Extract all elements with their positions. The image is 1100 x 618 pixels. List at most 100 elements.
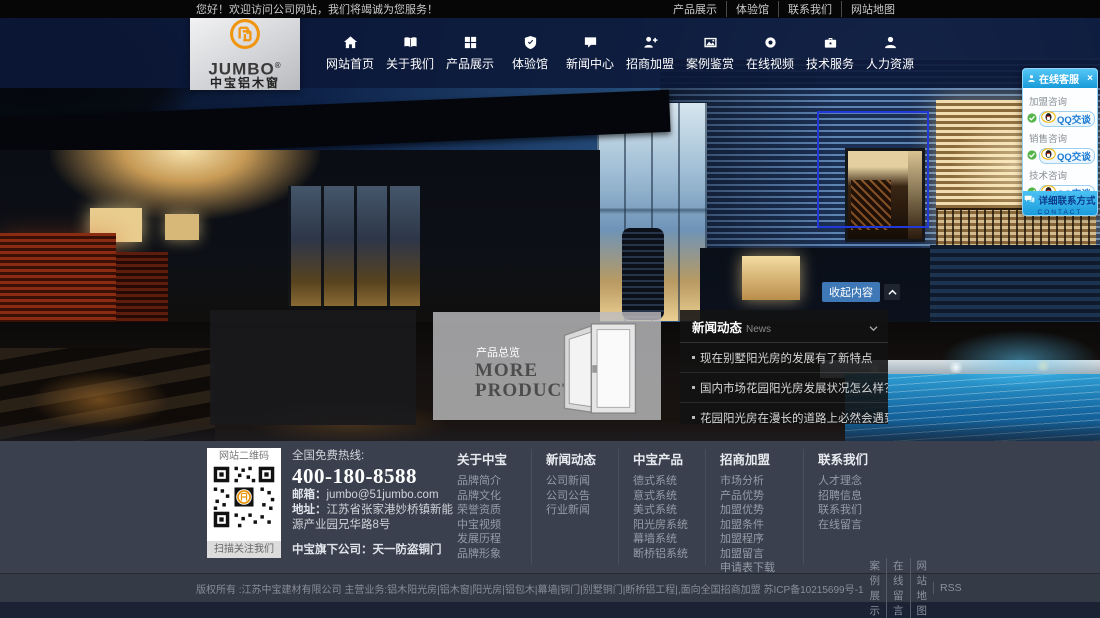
footer-link[interactable]: 招聘信息: [818, 489, 903, 504]
qr-code-image: [212, 465, 276, 534]
contact-subtitle: CONTACT: [1038, 209, 1083, 216]
hotline-number: 400-180-8588: [292, 464, 464, 488]
qr-caption: 扫描关注我们: [207, 541, 281, 558]
qq-chat-button-franchise[interactable]: QQ交谈: [1027, 110, 1093, 128]
nav-item-videos[interactable]: 在线视频: [740, 18, 800, 88]
online-service-title: 在线客服: [1039, 71, 1084, 86]
footer-link[interactable]: 市场分析: [720, 474, 803, 489]
footer: 网站二维码: [0, 441, 1100, 573]
chevron-up-icon[interactable]: [884, 284, 900, 300]
footer-link[interactable]: 品牌文化: [457, 489, 531, 504]
footer-link[interactable]: 荣誉资质: [457, 503, 531, 518]
company-logo[interactable]: JUMBO® 中宝铝木窗: [190, 12, 300, 90]
bullet-dot: [692, 386, 695, 389]
nav-item-showroom[interactable]: 体验馆: [500, 18, 560, 88]
window-product-icon: [551, 320, 647, 421]
subsidiary-row: 中宝旗下公司：天一防盗铜门: [292, 543, 464, 558]
person-icon: [883, 35, 898, 50]
jumbo-emblem-icon: [228, 17, 262, 56]
hero-warm-window: [742, 256, 800, 300]
hero-bottom-fade: [0, 420, 1100, 441]
topbar-link-sitemap[interactable]: 网站地图: [841, 1, 904, 17]
footer-link[interactable]: 加盟优势: [720, 503, 803, 518]
bottom-link-rss[interactable]: RSS: [933, 582, 968, 594]
footer-link[interactable]: 美式系统: [633, 503, 705, 518]
bullet-dot: [692, 416, 695, 419]
nav-label: 案例鉴赏: [686, 55, 734, 72]
footer-link[interactable]: 发展历程: [457, 532, 531, 547]
footer-link[interactable]: 德式系统: [633, 474, 705, 489]
bullet-dot: [692, 356, 695, 359]
qr-code-box: 网站二维码: [207, 448, 281, 558]
footer-link[interactable]: 加盟条件: [720, 518, 803, 533]
close-icon[interactable]: ×: [1087, 74, 1093, 84]
address-row: 地址：江苏省张家港妙桥镇新能源产业园兄华路8号: [292, 503, 464, 533]
grid-icon: [463, 35, 478, 50]
bottom-link-sitemap[interactable]: 网站地图: [910, 558, 934, 618]
footer-link[interactable]: 公司新闻: [546, 474, 618, 489]
nav-item-franchise[interactable]: 招商加盟: [620, 18, 680, 88]
news-item[interactable]: 国内市场花园阳光房发展状况怎么样？: [680, 373, 888, 403]
qq-chat-label: QQ交谈: [1057, 112, 1091, 126]
footer-link[interactable]: 中宝视频: [457, 518, 531, 533]
email-value: jumbo@51jumbo.com: [327, 489, 439, 501]
topbar-link-contact[interactable]: 联系我们: [778, 1, 841, 17]
footer-link[interactable]: 阳光房系统: [633, 518, 705, 533]
footer-contact-block: 全国免费热线: 400-180-8588 邮箱：jumbo@51jumbo.co…: [292, 449, 464, 558]
news-item[interactable]: 花园阳光房在漫长的道路上必然会遇到各种挑战: [680, 403, 888, 432]
bottom-link-cases[interactable]: 案例展示: [864, 558, 887, 618]
footer-link[interactable]: 意式系统: [633, 489, 705, 504]
footer-link[interactable]: 加盟留言: [720, 547, 803, 562]
consult-label: 销售咨询: [1029, 131, 1093, 145]
news-subtitle: News: [746, 324, 869, 335]
news-item[interactable]: 现在别墅阳光房的发展有了新特点: [680, 343, 888, 373]
footer-link[interactable]: 产品优势: [720, 489, 803, 504]
hero-room-light: [165, 214, 199, 240]
topbar-link-showroom[interactable]: 体验馆: [726, 1, 778, 17]
chevron-down-icon[interactable]: [869, 319, 878, 337]
footer-columns: 关于中宝 品牌简介 品牌文化 荣誉资质 中宝视频 发展历程 品牌形象 新闻动态 …: [457, 449, 903, 565]
detailed-contact-label: 详细联系方式: [1038, 193, 1095, 207]
footer-link[interactable]: 行业新闻: [546, 503, 618, 518]
nav-item-cases[interactable]: 案例鉴赏: [680, 18, 740, 88]
chat-bubble-icon: [1024, 191, 1035, 209]
hero-spiral-stair: [622, 228, 664, 320]
nav-item-tech-service[interactable]: 技术服务: [800, 18, 860, 88]
home-icon: [343, 35, 358, 50]
footer-link[interactable]: 在线留言: [818, 518, 903, 533]
footer-link[interactable]: 加盟程序: [720, 532, 803, 547]
nav-item-home[interactable]: 网站首页: [320, 18, 380, 88]
nav-label: 在线视频: [746, 55, 794, 72]
footer-link[interactable]: 幕墙系统: [633, 532, 705, 547]
footer-column-title: 中宝产品: [633, 449, 705, 468]
footer-link[interactable]: 品牌简介: [457, 474, 531, 489]
more-products-panel[interactable]: 产品总览 MORE PRODUCTS: [433, 312, 661, 420]
detailed-contact-button[interactable]: 详细联系方式 CONTACT: [1023, 191, 1097, 215]
footer-link[interactable]: 人才理念: [818, 474, 903, 489]
copyright-text: 版权所有 :江苏中宝建材有限公司 主营业务:铝木阳光房|铝木窗|阳光房|铝包木|…: [196, 581, 864, 596]
footer-link[interactable]: 品牌形象: [457, 547, 531, 562]
nav-item-news[interactable]: 新闻中心: [560, 18, 620, 88]
footer-column-title: 关于中宝: [457, 449, 531, 468]
footer-link[interactable]: 公司公告: [546, 489, 618, 504]
collapse-content-button[interactable]: 收起内容: [822, 282, 880, 302]
hotline-label: 全国免费热线:: [292, 449, 464, 464]
footer-link[interactable]: 断桥铝系统: [633, 547, 705, 562]
bottom-link-message[interactable]: 在线留言: [886, 558, 910, 618]
qq-chat-label: QQ交谈: [1057, 149, 1091, 163]
nav-item-about[interactable]: 关于我们: [380, 18, 440, 88]
nav-label: 关于我们: [386, 55, 434, 72]
nav-item-products[interactable]: 产品展示: [440, 18, 500, 88]
hero-red-slat-wall-2: [116, 252, 168, 322]
online-service-header: 在线客服 ×: [1023, 69, 1097, 88]
footer-column-title: 招商加盟: [720, 449, 803, 468]
bottom-bar: 版权所有 :江苏中宝建材有限公司 主营业务:铝木阳光房|铝木窗|阳光房|铝包木|…: [0, 573, 1100, 602]
online-service-panel: 在线客服 × 加盟咨询 QQ交谈 销售咨询 QQ交谈 技术咨询 QQ交谈 详细联…: [1022, 68, 1098, 216]
nav-item-hr[interactable]: 人力资源: [860, 18, 920, 88]
photo-icon: [703, 35, 718, 50]
footer-link[interactable]: 联系我们: [818, 503, 903, 518]
topbar-link-products[interactable]: 产品展示: [664, 1, 726, 17]
check-icon: [1027, 110, 1037, 128]
person-plus-icon: [643, 35, 658, 50]
qq-chat-button-sales[interactable]: QQ交谈: [1027, 147, 1093, 165]
